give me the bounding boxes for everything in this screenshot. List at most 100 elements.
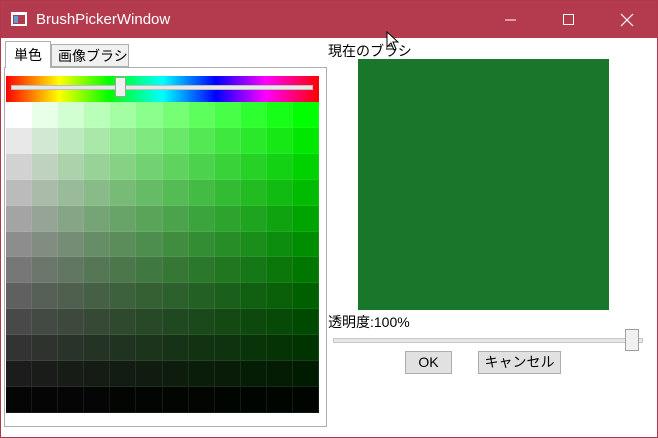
- color-swatch[interactable]: [136, 361, 163, 388]
- opacity-slider-track[interactable]: [333, 338, 643, 343]
- color-swatch[interactable]: [266, 231, 293, 258]
- color-swatch[interactable]: [58, 231, 85, 258]
- color-swatch[interactable]: [84, 257, 111, 284]
- color-swatch[interactable]: [266, 309, 293, 336]
- color-swatch[interactable]: [58, 205, 85, 232]
- color-swatch[interactable]: [240, 257, 267, 284]
- color-swatch[interactable]: [188, 127, 215, 154]
- color-swatch[interactable]: [58, 361, 85, 388]
- color-swatch[interactable]: [58, 335, 85, 362]
- color-swatch[interactable]: [188, 283, 215, 310]
- color-swatch[interactable]: [188, 102, 215, 128]
- color-swatch[interactable]: [84, 361, 111, 388]
- color-swatch[interactable]: [136, 153, 163, 180]
- color-swatch[interactable]: [58, 387, 85, 413]
- color-swatch[interactable]: [240, 361, 267, 388]
- cancel-button[interactable]: キャンセル: [478, 351, 561, 374]
- color-swatch[interactable]: [240, 231, 267, 258]
- color-swatch[interactable]: [214, 335, 241, 362]
- tab-solid-color[interactable]: 単色: [5, 41, 51, 68]
- color-swatch[interactable]: [188, 205, 215, 232]
- color-swatch[interactable]: [6, 309, 33, 336]
- color-swatch[interactable]: [162, 205, 189, 232]
- color-swatch[interactable]: [32, 309, 59, 336]
- color-swatch[interactable]: [292, 309, 319, 336]
- color-swatch[interactable]: [32, 205, 59, 232]
- color-swatch-grid[interactable]: [6, 102, 319, 413]
- opacity-slider-thumb[interactable]: [625, 329, 639, 351]
- color-swatch[interactable]: [214, 205, 241, 232]
- color-swatch[interactable]: [32, 257, 59, 284]
- color-swatch[interactable]: [266, 387, 293, 413]
- color-swatch[interactable]: [110, 387, 137, 413]
- color-swatch[interactable]: [6, 257, 33, 284]
- color-swatch[interactable]: [214, 153, 241, 180]
- color-swatch[interactable]: [6, 361, 33, 388]
- color-swatch[interactable]: [266, 179, 293, 206]
- color-swatch[interactable]: [110, 361, 137, 388]
- color-swatch[interactable]: [266, 361, 293, 388]
- color-swatch[interactable]: [110, 283, 137, 310]
- color-swatch[interactable]: [58, 309, 85, 336]
- color-swatch[interactable]: [84, 335, 111, 362]
- color-swatch[interactable]: [214, 102, 241, 128]
- color-swatch[interactable]: [162, 257, 189, 284]
- color-swatch[interactable]: [292, 153, 319, 180]
- color-swatch[interactable]: [84, 283, 111, 310]
- color-swatch[interactable]: [266, 127, 293, 154]
- tab-image-brush[interactable]: 画像ブラシ: [51, 44, 129, 67]
- color-swatch[interactable]: [84, 231, 111, 258]
- color-swatch[interactable]: [188, 335, 215, 362]
- ok-button[interactable]: OK: [405, 351, 452, 374]
- color-swatch[interactable]: [188, 309, 215, 336]
- color-swatch[interactable]: [84, 102, 111, 128]
- color-swatch[interactable]: [162, 153, 189, 180]
- color-swatch[interactable]: [188, 231, 215, 258]
- color-swatch[interactable]: [110, 205, 137, 232]
- color-swatch[interactable]: [136, 283, 163, 310]
- color-swatch[interactable]: [188, 361, 215, 388]
- color-swatch[interactable]: [6, 387, 33, 413]
- color-swatch[interactable]: [32, 387, 59, 413]
- close-button[interactable]: [598, 1, 656, 38]
- color-swatch[interactable]: [84, 153, 111, 180]
- color-swatch[interactable]: [214, 283, 241, 310]
- color-swatch[interactable]: [240, 387, 267, 413]
- color-swatch[interactable]: [292, 361, 319, 388]
- color-swatch[interactable]: [136, 102, 163, 128]
- color-swatch[interactable]: [292, 179, 319, 206]
- color-swatch[interactable]: [32, 153, 59, 180]
- color-swatch[interactable]: [188, 179, 215, 206]
- maximize-button[interactable]: [540, 1, 598, 38]
- color-swatch[interactable]: [6, 102, 33, 128]
- color-swatch[interactable]: [240, 205, 267, 232]
- color-swatch[interactable]: [240, 153, 267, 180]
- color-swatch[interactable]: [240, 102, 267, 128]
- color-swatch[interactable]: [188, 257, 215, 284]
- color-swatch[interactable]: [58, 283, 85, 310]
- color-swatch[interactable]: [292, 102, 319, 128]
- color-swatch[interactable]: [292, 231, 319, 258]
- color-swatch[interactable]: [6, 127, 33, 154]
- color-swatch[interactable]: [266, 102, 293, 128]
- color-swatch[interactable]: [84, 127, 111, 154]
- color-swatch[interactable]: [292, 127, 319, 154]
- color-swatch[interactable]: [214, 361, 241, 388]
- color-swatch[interactable]: [266, 283, 293, 310]
- color-swatch[interactable]: [266, 335, 293, 362]
- color-swatch[interactable]: [58, 153, 85, 180]
- color-swatch[interactable]: [32, 179, 59, 206]
- color-swatch[interactable]: [110, 335, 137, 362]
- color-swatch[interactable]: [136, 205, 163, 232]
- color-swatch[interactable]: [32, 335, 59, 362]
- color-swatch[interactable]: [240, 179, 267, 206]
- color-swatch[interactable]: [162, 231, 189, 258]
- color-swatch[interactable]: [110, 153, 137, 180]
- color-swatch[interactable]: [6, 335, 33, 362]
- color-swatch[interactable]: [58, 127, 85, 154]
- color-swatch[interactable]: [32, 102, 59, 128]
- color-swatch[interactable]: [110, 179, 137, 206]
- color-swatch[interactable]: [136, 231, 163, 258]
- color-swatch[interactable]: [58, 102, 85, 128]
- color-swatch[interactable]: [188, 387, 215, 413]
